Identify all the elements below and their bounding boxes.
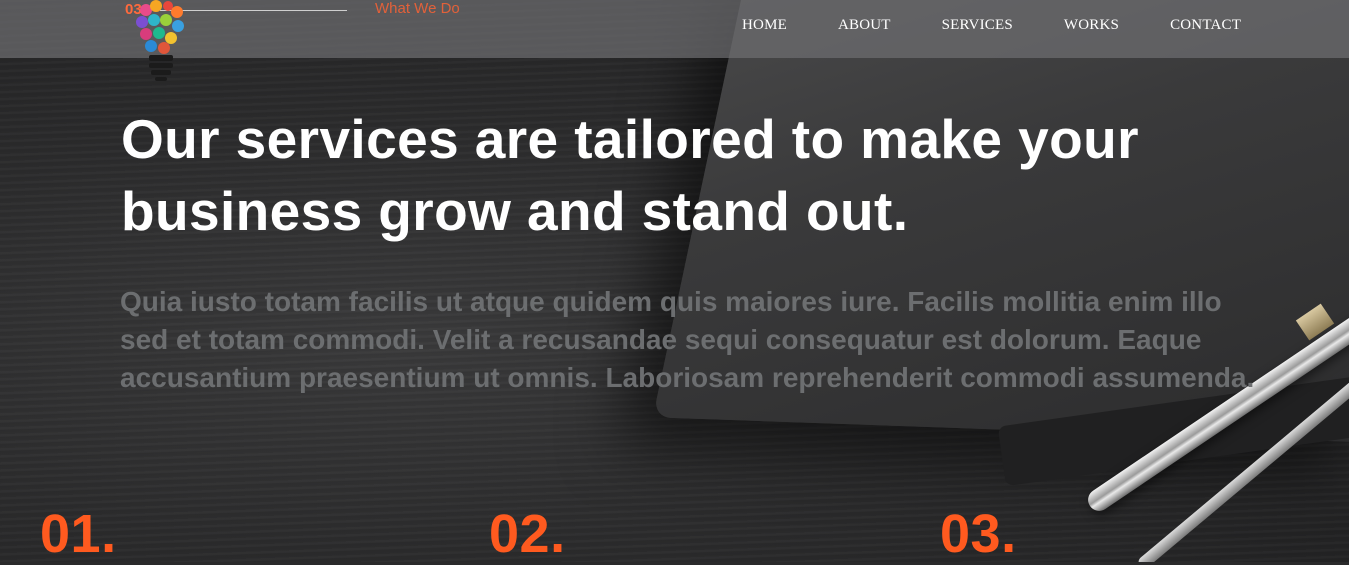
hero-background (0, 0, 1349, 562)
main-nav: HOME ABOUT SERVICES WORKS CONTACT (742, 17, 1241, 34)
nav-contact[interactable]: CONTACT (1170, 17, 1241, 34)
nav-home[interactable]: HOME (742, 17, 787, 34)
step-number-2: 02. (489, 504, 566, 564)
nav-works[interactable]: WORKS (1064, 17, 1119, 34)
step-number-1: 01. (40, 504, 117, 564)
nav-services[interactable]: SERVICES (942, 17, 1013, 34)
site-header: 03 What We Do HOME ABOUT SERVICES WORKS … (0, 0, 1349, 58)
step-number-3: 03. (940, 504, 1017, 564)
section-title: What We Do (375, 0, 460, 17)
hero-description: Quia iusto totam facilis ut atque quidem… (120, 286, 1255, 393)
lightbulb-logo-icon[interactable] (132, 0, 192, 84)
nav-about[interactable]: ABOUT (838, 17, 891, 34)
hero-headline: Our services are tailored to make your b… (121, 108, 1139, 242)
